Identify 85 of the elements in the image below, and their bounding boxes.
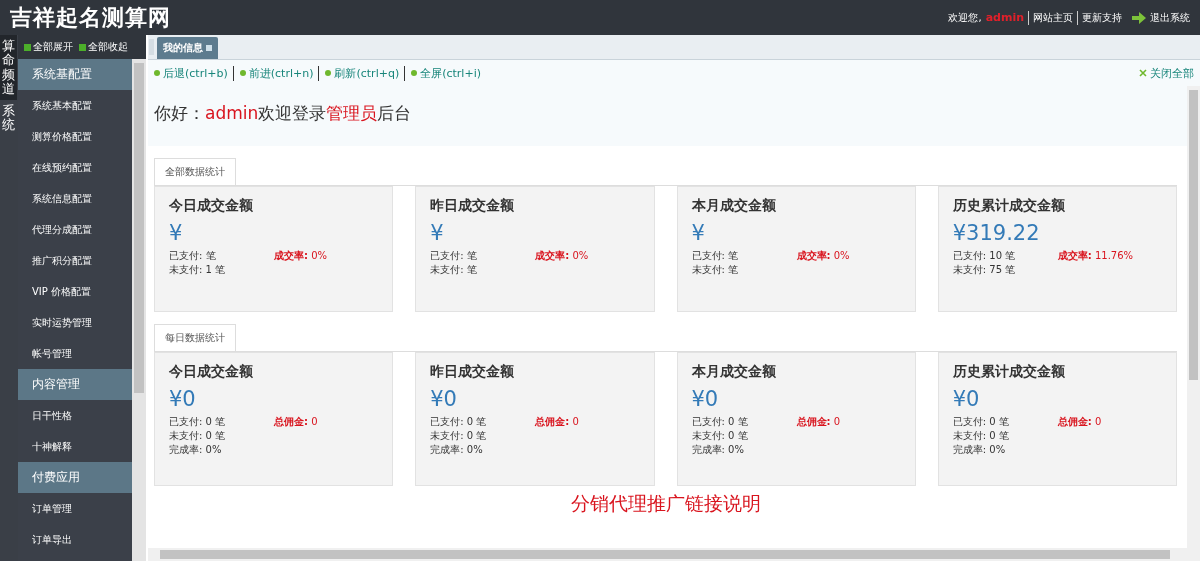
menu-item[interactable]: 推广积分配置: [18, 245, 132, 276]
menu-item[interactable]: 订单管理: [18, 493, 132, 524]
stat-line: 未支付: 0 笔: [169, 429, 227, 443]
rate-text: 总佣金: 0: [274, 415, 318, 429]
stat-line: 未支付: 笔: [691, 263, 740, 277]
stat-line: 完成率: 0%: [952, 443, 1007, 457]
stat-line: 未支付: 75 笔: [952, 263, 1017, 277]
stat-line: 已支付: 0 笔: [169, 415, 227, 429]
amount-value: ¥319.22: [952, 221, 1041, 245]
welcome-text: 欢迎您,: [948, 10, 982, 25]
card-title: 昨日成交金额: [430, 197, 516, 215]
menu-group-header[interactable]: 付费应用: [18, 462, 132, 493]
stat-line: 已支付: 笔: [430, 249, 478, 263]
stat-line: 已支付: 0 笔: [952, 415, 1010, 429]
menu-group-header[interactable]: 系统基配置: [18, 59, 132, 90]
rate-text: 成交率: 0%: [796, 249, 850, 263]
arrow-icon: [1132, 11, 1146, 24]
logout-link[interactable]: 退出系统: [1150, 10, 1190, 25]
stat-line: 未支付: 0 笔: [691, 429, 749, 443]
toolbar-action[interactable]: 全屏(ctrl+i): [404, 65, 481, 81]
stat-line: 已支付: 笔: [691, 249, 740, 263]
menu-item[interactable]: 十神解释: [18, 431, 132, 462]
card-title: 历史累计成交金额: [952, 363, 1066, 381]
section-tab[interactable]: 全部数据统计: [154, 158, 236, 185]
menu-item[interactable]: 系统基本配置: [18, 90, 132, 121]
site-title: 吉祥起名测算网: [10, 3, 171, 32]
stat-line: 未支付: 1 笔: [169, 263, 227, 277]
stat-line: 已支付: 笔: [169, 249, 217, 263]
toolbar-action[interactable]: 刷新(ctrl+q): [318, 65, 400, 81]
menu-item[interactable]: 帐号管理: [18, 338, 132, 369]
header-link[interactable]: 更新支持: [1077, 10, 1122, 25]
menu-item[interactable]: 测算价格配置: [18, 121, 132, 152]
rate-text: 总佣金: 0: [535, 415, 579, 429]
scrollbar[interactable]: [1187, 86, 1200, 548]
stat-line: 未支付: 0 笔: [430, 429, 488, 443]
rate-text: 成交率: 0%: [535, 249, 589, 263]
stat-line: 完成率: 0%: [430, 443, 484, 457]
close-icon: [1139, 69, 1147, 77]
card-title: 本月成交金额: [691, 363, 777, 381]
menu-item[interactable]: VIP 价格配置: [18, 276, 132, 307]
header-link[interactable]: 网站主页: [1028, 10, 1073, 25]
menu-item[interactable]: 日干性格: [18, 400, 132, 431]
page-tab[interactable]: 我的信息: [157, 37, 218, 59]
stat-line: 已支付: 10 笔: [952, 249, 1017, 263]
section-tab[interactable]: 每日数据统计: [154, 324, 236, 351]
card-title: 本月成交金额: [691, 197, 777, 215]
menu-group-header[interactable]: 内容管理: [18, 369, 132, 400]
menu-item[interactable]: 代理分成配置: [18, 214, 132, 245]
card-title: 今日成交金额: [169, 197, 254, 215]
stat-line: 已支付: 0 笔: [691, 415, 749, 429]
rate-text: 总佣金: 0: [796, 415, 841, 429]
expand-all-button[interactable]: 全部展开: [24, 40, 73, 54]
menu-item[interactable]: 实时运势管理: [18, 307, 132, 338]
section-heading: 分销代理推广链接说明: [569, 492, 762, 515]
channel-tab[interactable]: 系统: [0, 100, 17, 137]
stat-line: 完成率: 0%: [169, 443, 223, 457]
stat-line: 未支付: 0 笔: [952, 429, 1010, 443]
amount-value: ¥0: [169, 387, 197, 411]
card-title: 历史累计成交金额: [952, 197, 1066, 215]
stat-line: 已支付: 0 笔: [430, 415, 488, 429]
amount-value: ¥0: [430, 387, 458, 411]
scrollbar[interactable]: [132, 59, 146, 561]
rate-text: 成交率: 0%: [274, 249, 328, 263]
rate-text: 总佣金: 0: [1057, 415, 1102, 429]
toolbar-action[interactable]: 后退(ctrl+b): [154, 65, 228, 81]
amount-value: ¥: [169, 221, 184, 245]
channel-tab[interactable]: 算命频道: [0, 35, 17, 101]
menu-item[interactable]: 订单导出: [18, 524, 132, 555]
card-title: 昨日成交金额: [430, 363, 516, 381]
amount-value: ¥: [691, 221, 706, 245]
rate-text: 成交率: 11.76%: [1057, 249, 1134, 263]
card-title: 今日成交金额: [169, 363, 254, 381]
horizontal-scrollbar[interactable]: [148, 548, 1200, 561]
stat-line: 未支付: 笔: [430, 263, 478, 277]
stat-line: 完成率: 0%: [691, 443, 745, 457]
amount-value: ¥0: [691, 387, 720, 411]
menu-item[interactable]: 系统信息配置: [18, 183, 132, 214]
greeting-text: 你好：admin欢迎登录管理员后台: [148, 86, 1187, 146]
amount-value: ¥0: [952, 387, 981, 411]
menu-item[interactable]: 在线预约配置: [18, 152, 132, 183]
toolbar-action[interactable]: 前进(ctrl+n): [232, 65, 314, 81]
username: admin: [985, 11, 1024, 24]
amount-value: ¥: [430, 221, 445, 245]
close-all-button[interactable]: 关闭全部: [1139, 65, 1194, 81]
collapse-all-button[interactable]: 全部收起: [79, 40, 128, 54]
